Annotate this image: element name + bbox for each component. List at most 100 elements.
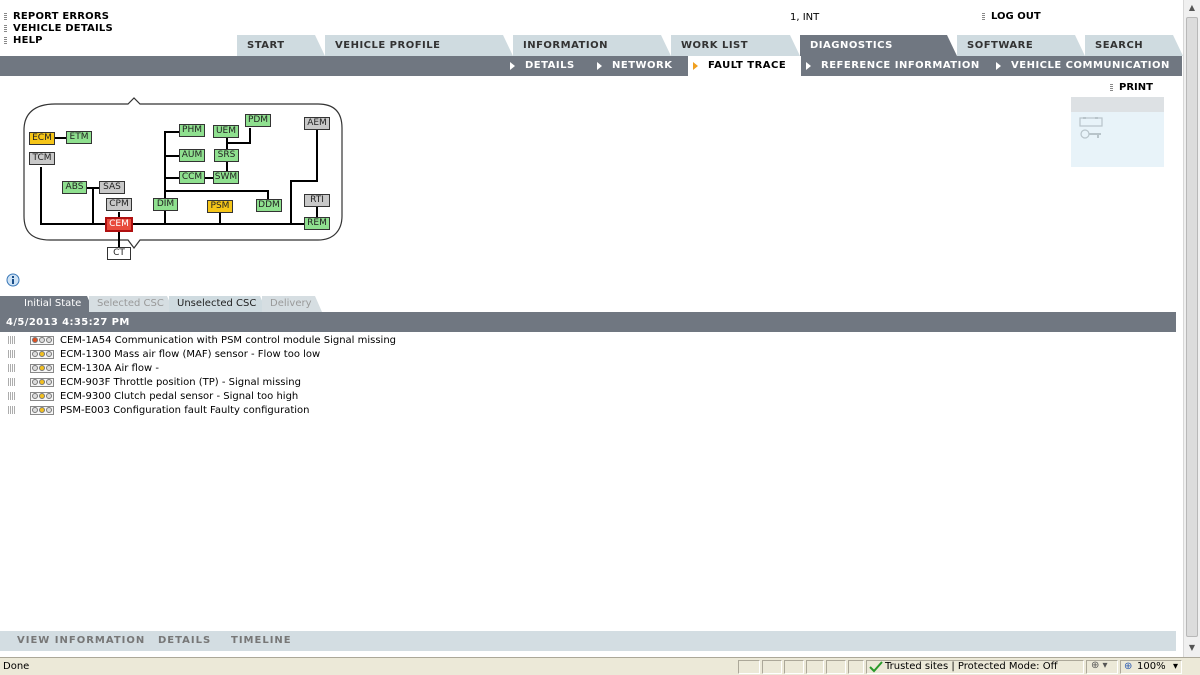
- node-ct[interactable]: CT: [107, 247, 131, 260]
- fault-row[interactable]: ECM-1300 Mass air flow (MAF) sensor - Fl…: [8, 347, 396, 361]
- fault-text: PSM-E003 Configuration fault Faulty conf…: [60, 404, 310, 416]
- subnav-network-label: NETWORK: [612, 60, 673, 71]
- node-abs[interactable]: ABS: [62, 181, 87, 194]
- scroll-down-icon[interactable]: ▼: [1184, 640, 1200, 656]
- report-errors-link[interactable]: REPORT ERRORS: [4, 10, 113, 22]
- fault-row[interactable]: ECM-9300 Clutch pedal sensor - Signal to…: [8, 389, 396, 403]
- fault-row[interactable]: ECM-903F Throttle position (TP) - Signal…: [8, 375, 396, 389]
- subnav-reference-information[interactable]: REFERENCE INFORMATION: [806, 56, 991, 76]
- protected-mode-button[interactable]: ⊕ ▾: [1086, 660, 1118, 674]
- security-zone[interactable]: Trusted sites | Protected Mode: Off: [866, 660, 1084, 674]
- node-dim[interactable]: DIM: [153, 198, 178, 211]
- subnav-vehicle-communication[interactable]: VEHICLE COMMUNICATION: [996, 56, 1176, 76]
- arrow-right-icon: [597, 62, 602, 70]
- fault-row[interactable]: ECM-130A Air flow -: [8, 361, 396, 375]
- side-panel-header: [1071, 97, 1164, 112]
- tab-initial-state[interactable]: Initial State: [0, 296, 94, 312]
- view-information-button[interactable]: VIEW INFORMATION: [17, 635, 145, 646]
- logout-link[interactable]: LOG OUT: [982, 11, 1041, 22]
- tab-vehicle-profile[interactable]: VEHICLE PROFILE: [325, 35, 513, 56]
- wire: [118, 231, 120, 247]
- main-tabs: START VEHICLE PROFILE INFORMATION WORK L…: [0, 35, 1200, 56]
- tab-delivery[interactable]: Delivery: [262, 296, 322, 312]
- wire: [40, 167, 42, 224]
- details-button[interactable]: DETAILS: [158, 635, 211, 646]
- timestamp-header: 4/5/2013 4:35:27 PM: [0, 312, 1176, 332]
- tab-information[interactable]: INFORMATION: [513, 35, 671, 56]
- expand-icon[interactable]: [8, 336, 16, 344]
- expand-icon[interactable]: [8, 350, 16, 358]
- node-swm[interactable]: SWM: [213, 171, 239, 184]
- vertical-scrollbar[interactable]: ▲ ▼: [1183, 0, 1200, 657]
- subnav-details-label: DETAILS: [525, 60, 575, 71]
- subnav-network[interactable]: NETWORK: [597, 56, 687, 76]
- tab-work-list[interactable]: WORK LIST: [671, 35, 800, 56]
- timeline-button[interactable]: TIMELINE: [231, 635, 292, 646]
- node-aum[interactable]: AUM: [179, 149, 205, 162]
- node-aem[interactable]: AEM: [304, 117, 330, 130]
- status-lights-icon: [30, 391, 54, 401]
- logout-label: LOG OUT: [991, 11, 1041, 22]
- subnav-fault-trace[interactable]: FAULT TRACE: [688, 56, 801, 76]
- report-errors-label: REPORT ERRORS: [13, 10, 110, 22]
- tab-start[interactable]: START: [237, 35, 325, 56]
- tab-search[interactable]: SEARCH: [1085, 35, 1183, 56]
- tab-software[interactable]: SOFTWARE: [957, 35, 1085, 56]
- grip-icon: [1110, 84, 1113, 91]
- node-ccm[interactable]: CCM: [179, 171, 205, 184]
- expand-icon[interactable]: [8, 392, 16, 400]
- status-cell: [784, 660, 804, 674]
- fault-text: ECM-130A Air flow -: [60, 362, 159, 374]
- print-link[interactable]: PRINT: [1110, 82, 1153, 93]
- scroll-up-icon[interactable]: ▲: [1184, 0, 1200, 16]
- node-srs[interactable]: SRS: [214, 149, 239, 162]
- info-icon[interactable]: [6, 273, 20, 287]
- tab-selected-csc[interactable]: Selected CSC: [89, 296, 174, 312]
- wire: [290, 180, 292, 224]
- expand-icon[interactable]: [8, 378, 16, 386]
- vehicle-details-label: VEHICLE DETAILS: [13, 22, 113, 34]
- wire: [164, 131, 180, 133]
- status-cell: [848, 660, 864, 674]
- node-cem[interactable]: CEM: [105, 217, 133, 232]
- fault-row[interactable]: PSM-E003 Configuration fault Faulty conf…: [8, 403, 396, 417]
- node-phm[interactable]: PHM: [179, 124, 205, 137]
- subnav-details[interactable]: DETAILS: [510, 56, 592, 76]
- grip-icon: [4, 24, 7, 32]
- sub-navigation: DETAILS NETWORK FAULT TRACE REFERENCE IN…: [0, 56, 1182, 76]
- node-cpm[interactable]: CPM: [106, 198, 132, 211]
- node-tcm[interactable]: TCM: [29, 152, 55, 165]
- expand-icon[interactable]: [8, 406, 16, 414]
- node-uem[interactable]: UEM: [213, 125, 239, 138]
- wire: [164, 155, 180, 157]
- node-sas[interactable]: SAS: [99, 181, 125, 194]
- status-cell: [762, 660, 782, 674]
- battery-key-icon[interactable]: [1079, 117, 1105, 141]
- node-pdm[interactable]: PDM: [245, 114, 271, 127]
- security-zone-text: Trusted sites | Protected Mode: Off: [885, 661, 1058, 672]
- fault-text: ECM-9300 Clutch pedal sensor - Signal to…: [60, 390, 299, 402]
- fault-row[interactable]: CEM-1A54 Communication with PSM control …: [8, 333, 396, 347]
- grip-icon: [4, 12, 7, 20]
- fault-text: ECM-903F Throttle position (TP) - Signal…: [60, 376, 301, 388]
- vehicle-details-link[interactable]: VEHICLE DETAILS: [4, 22, 113, 34]
- node-psm[interactable]: PSM: [207, 200, 233, 213]
- wire: [40, 223, 330, 225]
- wire: [92, 188, 94, 224]
- node-rem[interactable]: REM: [304, 217, 330, 230]
- status-text: Done: [3, 661, 30, 672]
- node-etm[interactable]: ETM: [66, 131, 92, 144]
- scroll-thumb[interactable]: [1186, 17, 1198, 637]
- expand-icon[interactable]: [8, 364, 16, 372]
- chevron-down-icon: ▾: [1173, 661, 1179, 672]
- tab-diagnostics[interactable]: DIAGNOSTICS: [800, 35, 957, 56]
- grip-icon: [982, 13, 985, 20]
- zoom-icon: ⊕: [1124, 661, 1133, 672]
- wire: [219, 213, 221, 224]
- zoom-control[interactable]: ⊕ 100% ▾: [1120, 660, 1182, 674]
- node-ddm[interactable]: DDM: [256, 199, 282, 212]
- node-rti[interactable]: RTI: [304, 194, 330, 207]
- status-lights-icon: [30, 349, 54, 359]
- tab-unselected-csc[interactable]: Unselected CSC: [169, 296, 267, 312]
- node-ecm[interactable]: ECM: [29, 132, 55, 145]
